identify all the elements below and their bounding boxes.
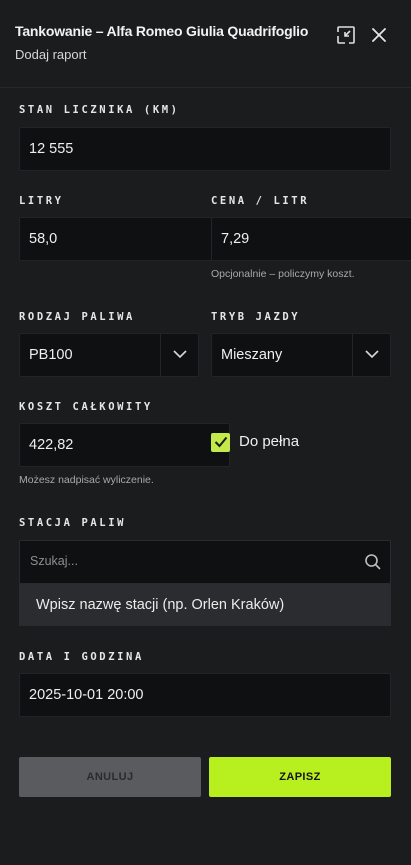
chevron-down-icon [172, 347, 188, 363]
full-tank-label[interactable]: Do pełna [239, 433, 299, 450]
odometer-input[interactable]: 12 555 [19, 127, 391, 171]
liters-label: LITRY [19, 195, 64, 207]
drive-mode-label: TRYB JAZDY [211, 311, 301, 323]
total-cost-label: KOSZT CAŁKOWITY [19, 401, 153, 413]
dialog-title: Tankowanie – Alfa Romeo Giulia Quadrifog… [15, 23, 309, 39]
full-tank-checkbox[interactable] [211, 433, 230, 452]
liters-input[interactable]: 58,0 [19, 217, 212, 261]
collapse-icon [336, 25, 356, 45]
fuel-type-chevron[interactable] [160, 334, 198, 376]
total-cost-input[interactable]: 422,82 [19, 423, 230, 467]
dialog-header: Tankowanie – Alfa Romeo Giulia Quadrifog… [0, 0, 411, 88]
total-cost-hint: Możesz nadpisać wyliczenie. [19, 474, 154, 486]
cancel-button[interactable]: ANULUJ [19, 757, 201, 797]
station-search-placeholder: Szukaj... [30, 554, 78, 568]
station-suggestion[interactable]: Wpisz nazwę stacji (np. Orlen Kraków) [19, 584, 391, 626]
save-button[interactable]: ZAPISZ [209, 757, 391, 797]
odometer-label: STAN LICZNIKA (KM) [19, 104, 180, 116]
price-value: 7,29 [221, 231, 250, 247]
station-search-input[interactable]: Szukaj... [19, 540, 391, 584]
datetime-input[interactable]: 2025-10-01 20:00 [19, 673, 391, 717]
total-cost-value: 422,82 [29, 437, 74, 453]
datetime-value: 2025-10-01 20:00 [29, 687, 144, 703]
collapse-button[interactable] [335, 24, 357, 46]
drive-mode-value: Mieszany [221, 347, 283, 363]
dialog-subtitle: Dodaj raport [15, 47, 87, 62]
check-icon [214, 433, 228, 452]
price-input[interactable]: 7,29 [211, 217, 411, 261]
odometer-value: 12 555 [29, 141, 74, 157]
liters-value: 58,0 [29, 231, 58, 247]
fuel-type-value: PB100 [29, 347, 73, 363]
search-icon[interactable] [364, 553, 382, 575]
drive-mode-chevron[interactable] [352, 334, 390, 376]
chevron-down-icon [364, 347, 380, 363]
close-button[interactable] [368, 24, 390, 46]
station-label: STACJA PALIW [19, 517, 127, 529]
datetime-label: DATA I GODZINA [19, 651, 144, 663]
fuel-type-select[interactable]: PB100 [19, 333, 199, 377]
price-hint: Opcjonalnie – policzymy koszt. [211, 268, 355, 280]
drive-mode-select[interactable]: Mieszany [211, 333, 391, 377]
price-label: CENA / LITR [211, 195, 310, 207]
fuel-type-label: RODZAJ PALIWA [19, 311, 135, 323]
close-icon [371, 27, 387, 43]
